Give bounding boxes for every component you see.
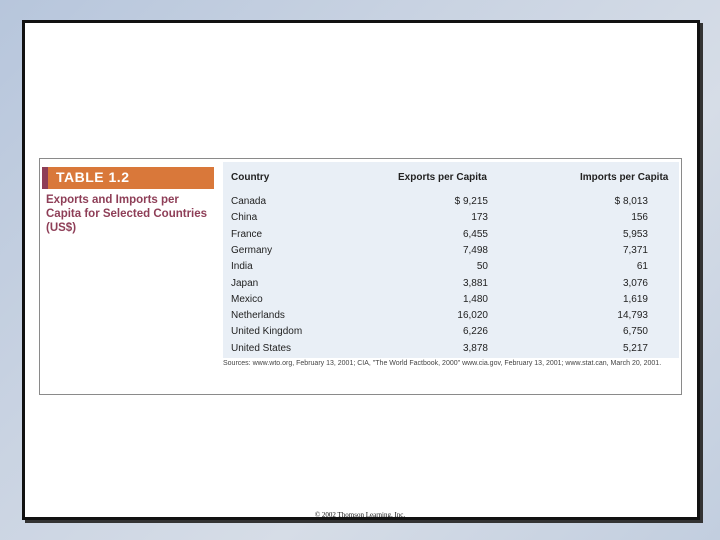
table-row: United Kingdom 6,226 6,750 — [223, 324, 679, 340]
cell-exports: 50 — [476, 261, 488, 273]
cell-imports: $ 8,013 — [614, 196, 648, 207]
cell-exports: 6,455 — [462, 228, 488, 240]
table-row: China 173 156 — [223, 210, 679, 226]
cell-country: Mexico — [231, 293, 263, 305]
table-body: Canada $ 9,215 $ 8,013 China 173 156 France 6,4… — [223, 192, 679, 358]
slide: TABLE 1.2 Exports and Imports per Capita… — [22, 20, 700, 520]
cell-imports: 1,619 — [622, 293, 648, 305]
table-row: Netherlands 16,020 14,793 — [223, 308, 679, 324]
cell-exports: $ 9,215 — [454, 196, 488, 207]
cell-country: United Kingdom — [231, 326, 303, 338]
header-imports: Imports per Capita — [580, 172, 669, 183]
cell-country: United States — [231, 342, 292, 354]
cell-imports: 156 — [631, 212, 648, 224]
table-row: United States 3,878 5,217 — [223, 341, 679, 357]
table-label-panel: TABLE 1.2 Exports and Imports per Capita… — [40, 159, 214, 394]
copyright-notice: © 2002 Thomson Learning, Inc. — [314, 511, 406, 519]
cell-country: China — [231, 212, 258, 224]
table-figure: TABLE 1.2 Exports and Imports per Capita… — [39, 158, 682, 395]
cell-exports: 1,480 — [462, 293, 488, 305]
cell-country: India — [231, 261, 253, 273]
table-label: TABLE 1.2 — [56, 169, 130, 185]
cell-country: Germany — [231, 244, 273, 256]
header-country: Country — [231, 172, 270, 183]
cell-exports: 3,878 — [462, 342, 488, 354]
table-row: Japan 3,881 3,076 — [223, 276, 679, 292]
header-exports: Exports per Capita — [398, 172, 487, 183]
cell-imports: 14,793 — [617, 310, 648, 322]
cell-imports: 61 — [636, 261, 648, 273]
cell-country: Canada — [231, 196, 267, 207]
data-table: Country Exports per Capita Imports per C… — [223, 159, 681, 394]
cell-imports: 5,217 — [622, 342, 648, 354]
table-row: India 50 61 — [223, 259, 679, 275]
cell-exports: 6,226 — [462, 326, 488, 338]
table-row: Germany 7,498 7,371 — [223, 243, 679, 259]
table-caption: Exports and Imports per Capita for Selec… — [46, 194, 208, 234]
table-row: Mexico 1,480 1,619 — [223, 292, 679, 308]
cell-country: France — [231, 228, 263, 240]
table-header-row: Country Exports per Capita Imports per C… — [223, 162, 679, 192]
cell-imports: 3,076 — [622, 277, 648, 289]
table-row: Canada $ 9,215 $ 8,013 — [223, 194, 679, 210]
cell-imports: 7,371 — [622, 244, 648, 256]
cell-exports: 3,881 — [462, 277, 488, 289]
cell-exports: 173 — [471, 212, 488, 224]
table-label-bar: TABLE 1.2 — [42, 167, 214, 189]
cell-imports: 5,953 — [622, 228, 648, 240]
cell-country: Japan — [231, 277, 259, 289]
cell-exports: 7,498 — [462, 244, 488, 256]
cell-exports: 16,020 — [457, 310, 488, 322]
table-sources: Sources: www.wto.org, February 13, 2001;… — [223, 360, 662, 367]
cell-imports: 6,750 — [622, 326, 648, 338]
cell-country: Netherlands — [231, 310, 285, 322]
table-row: France 6,455 5,953 — [223, 227, 679, 243]
